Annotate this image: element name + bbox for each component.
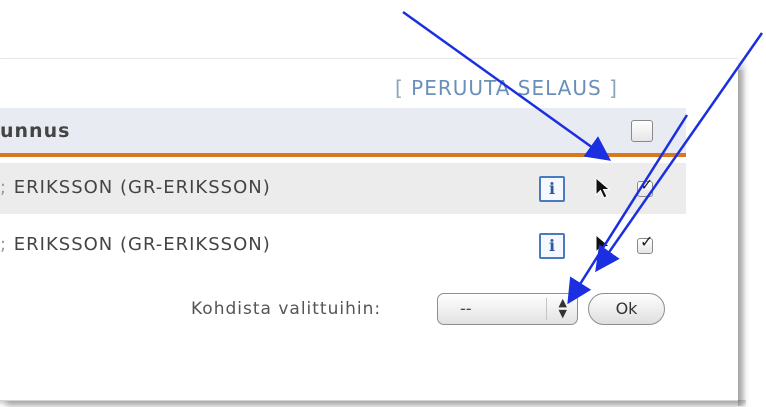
info-icon[interactable]: i [539, 233, 565, 259]
updown-arrows-icon: ▲ ▼ [558, 296, 567, 320]
table-row: ; ERIKSSON (GR-ERIKSSON) i ✓ [0, 163, 686, 214]
table-row: ; ERIKSSON (GR-ERIKSSON) i ✓ [0, 220, 686, 271]
ok-button[interactable]: Ok [588, 293, 665, 325]
select-pointer-icon[interactable] [593, 176, 613, 200]
check-mark-icon: ✓ [640, 175, 654, 194]
bracket-open: [ [395, 76, 404, 100]
check-mark-icon: ✓ [640, 232, 654, 251]
cancel-browse-link[interactable]: [ PERUUTA SELAUS ] [395, 76, 618, 100]
column-header-username: unnus [0, 120, 71, 142]
select-divider [546, 298, 547, 320]
info-icon[interactable]: i [539, 176, 565, 202]
bulk-action-select[interactable]: -- ▲ ▼ [437, 293, 578, 325]
bulk-action-label: Kohdista valittuihin: [191, 299, 382, 319]
bracket-close: ] [609, 76, 618, 100]
table-header: unnus [0, 108, 686, 157]
row-select-checkbox[interactable]: ✓ [637, 177, 653, 197]
select-pointer-icon[interactable] [593, 233, 613, 257]
row-username: ; ERIKSSON (GR-ERIKSSON) [0, 234, 271, 255]
panel-shadow-right [738, 70, 746, 406]
select-all-checkbox[interactable] [631, 120, 653, 142]
row-select-checkbox[interactable]: ✓ [637, 234, 653, 254]
panel-shadow-bottom [0, 400, 746, 407]
cancel-browse-label: PERUUTA SELAUS [411, 76, 602, 100]
row-username: ; ERIKSSON (GR-ERIKSSON) [0, 177, 271, 198]
bulk-action-selected-value: -- [460, 299, 472, 318]
